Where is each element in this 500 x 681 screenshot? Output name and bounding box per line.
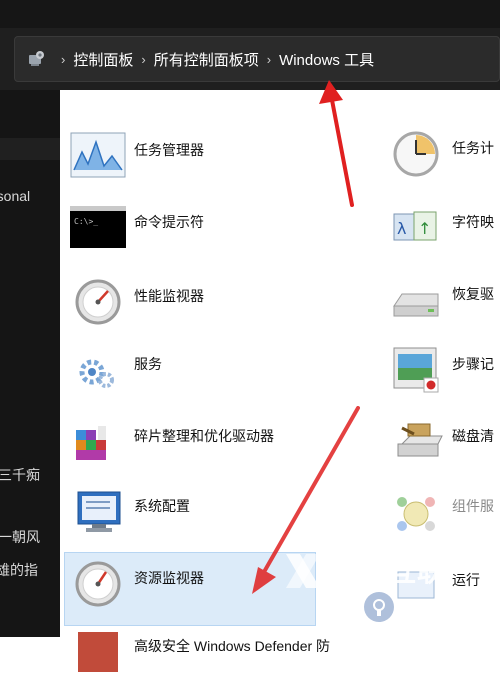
watermark-badge-icon [364,592,394,622]
watermark-text: 自由互联 [330,556,447,587]
watermark-logo-icon [286,554,320,588]
red-arrow-icon [319,80,354,207]
tool-label: 高级安全 Windows Defender 防 [134,638,331,654]
watermark-subtext: 好装机 [400,602,460,624]
annotation-arrows [252,80,360,594]
